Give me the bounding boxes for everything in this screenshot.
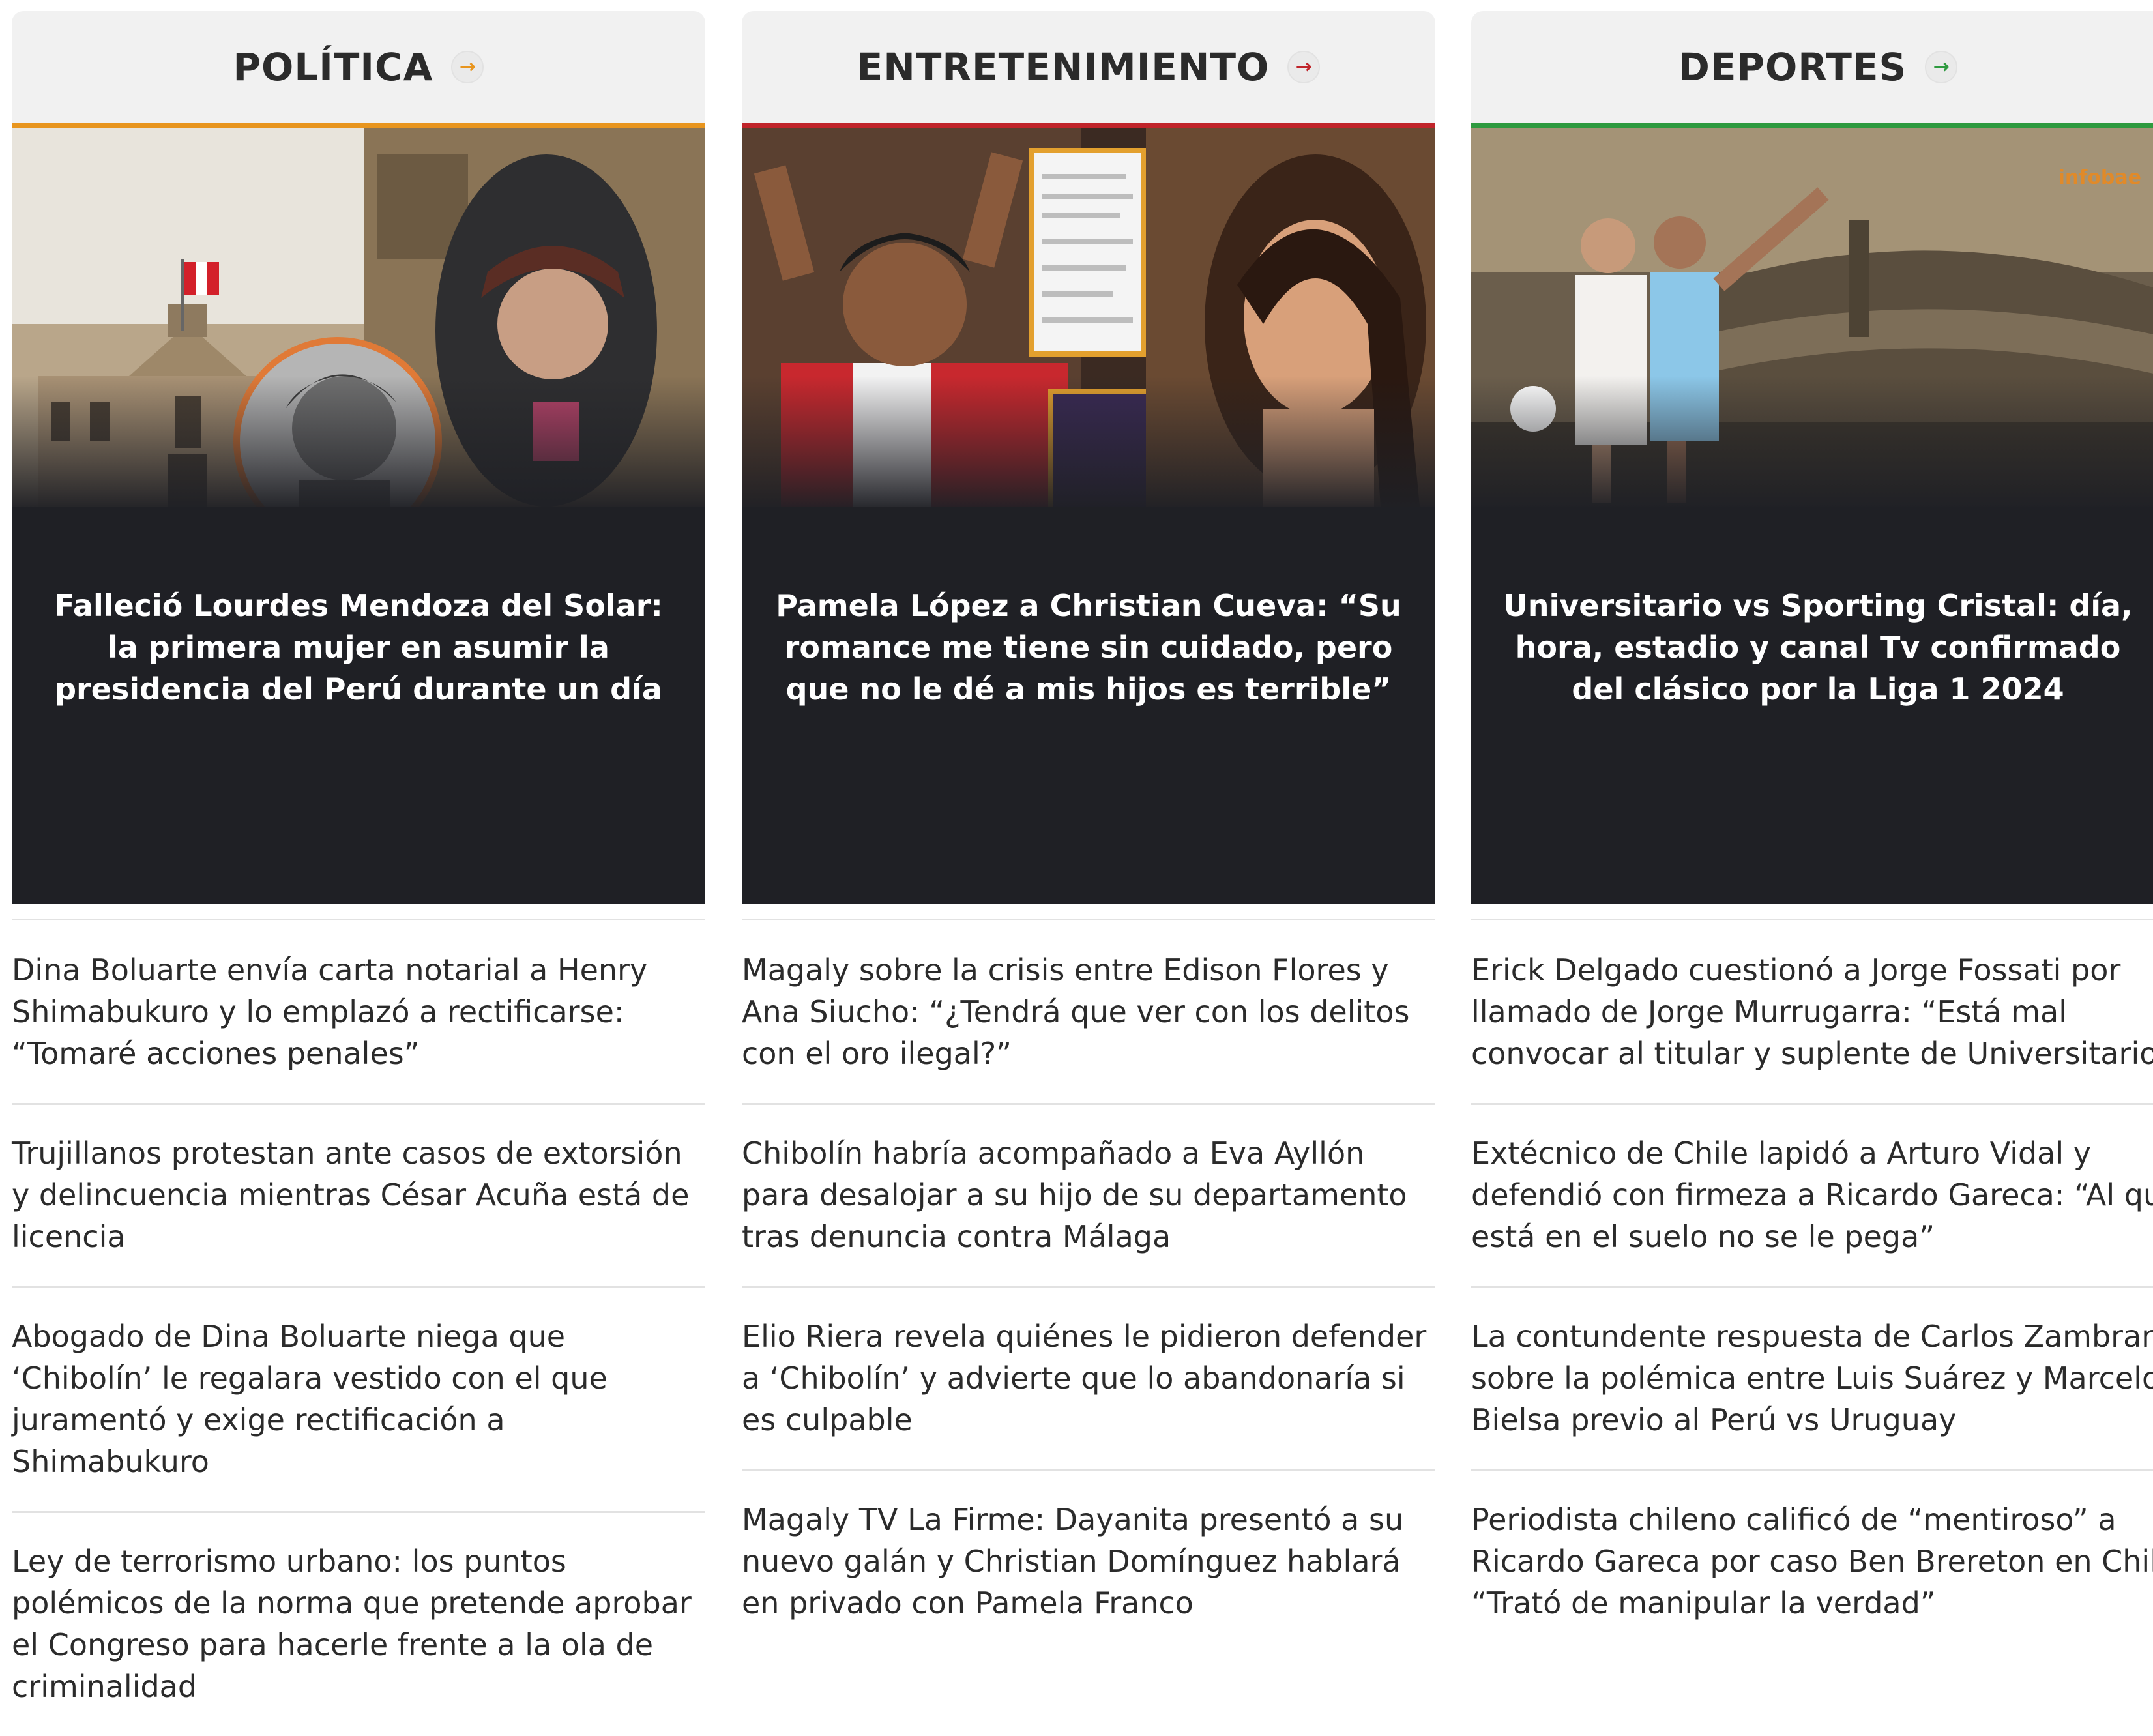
infobae-logo: infobae: [2058, 166, 2141, 189]
story-list: Magaly sobre la crisis entre Edison Flor…: [742, 919, 1435, 1653]
hero-title[interactable]: Pamela López a Christian Cueva: “Su roma…: [768, 585, 1409, 710]
section-header-deportes[interactable]: DEPORTES →: [1471, 11, 2153, 128]
arrow-right-icon[interactable]: →: [1925, 51, 1958, 83]
section-header-politica[interactable]: POLÍTICA →: [12, 11, 705, 128]
story-link[interactable]: La contundente respuesta de Carlos Zambr…: [1471, 1286, 2153, 1469]
story-link[interactable]: Extécnico de Chile lapidó a Arturo Vidal…: [1471, 1103, 2153, 1286]
hero-card-entretenimiento[interactable]: Pamela López a Christian Cueva: “Su roma…: [742, 128, 1435, 904]
story-link[interactable]: Elio Riera revela quiénes le pidieron de…: [742, 1286, 1435, 1469]
story-link[interactable]: Erick Delgado cuestionó a Jorge Fossati …: [1471, 919, 2153, 1103]
hero-shade: [742, 376, 1435, 513]
hero-card-deportes[interactable]: infobae Universitario vs Sporting Crista…: [1471, 128, 2153, 904]
section-header-entretenimiento[interactable]: ENTRETENIMIENTO →: [742, 11, 1435, 128]
story-link[interactable]: Ley de terrorismo urbano: los puntos pol…: [12, 1511, 705, 1736]
section-title[interactable]: DEPORTES: [1678, 45, 1907, 89]
section-title[interactable]: ENTRETENIMIENTO: [857, 45, 1270, 89]
hero-title[interactable]: Universitario vs Sporting Cristal: día, …: [1497, 585, 2139, 710]
hero-shade: [1471, 376, 2153, 513]
column-entretenimiento: ENTRETENIMIENTO → Pamela López a Christi…: [742, 11, 1435, 1653]
arrow-right-icon[interactable]: →: [451, 51, 484, 83]
story-list: Erick Delgado cuestionó a Jorge Fossati …: [1471, 919, 2153, 1653]
story-link[interactable]: Dina Boluarte envía carta notarial a Hen…: [12, 919, 705, 1103]
story-list: Dina Boluarte envía carta notarial a Hen…: [12, 919, 705, 1736]
story-link[interactable]: Magaly sobre la crisis entre Edison Flor…: [742, 919, 1435, 1103]
column-politica: POLÍTICA → Falleció Lourdes Mendoza del …: [12, 11, 705, 1736]
story-link[interactable]: Chibolín habría acompañado a Eva Ayllón …: [742, 1103, 1435, 1286]
column-deportes: DEPORTES → infobae Universitario vs Spor…: [1471, 11, 2153, 1653]
story-link[interactable]: Periodista chileno calificó de “mentiros…: [1471, 1469, 2153, 1653]
arrow-right-icon[interactable]: →: [1287, 51, 1321, 83]
story-link[interactable]: Magaly TV La Firme: Dayanita presentó a …: [742, 1469, 1435, 1653]
story-link[interactable]: Trujillanos protestan ante casos de exto…: [12, 1103, 705, 1286]
hero-title[interactable]: Falleció Lourdes Mendoza del Solar: la p…: [38, 585, 679, 710]
news-sections: POLÍTICA → Falleció Lourdes Mendoza del …: [0, 0, 2153, 1704]
hero-card-politica[interactable]: Falleció Lourdes Mendoza del Solar: la p…: [12, 128, 705, 904]
hero-shade: [12, 376, 705, 513]
story-link[interactable]: Abogado de Dina Boluarte niega que ‘Chib…: [12, 1286, 705, 1511]
section-title[interactable]: POLÍTICA: [233, 45, 433, 89]
